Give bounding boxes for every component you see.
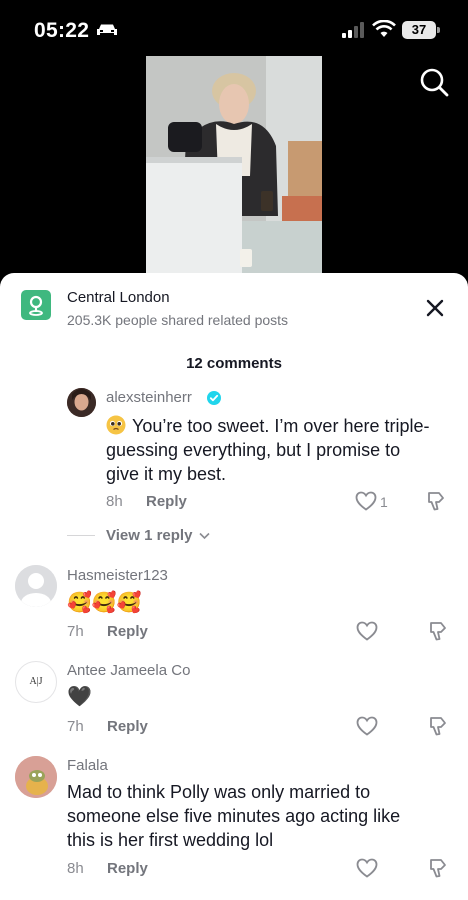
avatar[interactable] <box>15 756 57 798</box>
reply-button[interactable]: Reply <box>146 493 187 510</box>
video-preview[interactable] <box>146 56 322 274</box>
divider <box>67 535 95 536</box>
dislike-icon[interactable] <box>426 490 448 512</box>
car-icon <box>97 24 117 35</box>
reply-button[interactable]: Reply <box>107 718 148 735</box>
comment-text: Mad to think Polly was only married to s… <box>67 782 401 850</box>
reply-button[interactable]: Reply <box>107 623 148 640</box>
signal-icon <box>342 22 364 38</box>
dislike-icon[interactable] <box>428 620 450 642</box>
heart-icon[interactable] <box>356 716 378 736</box>
video-frame <box>146 56 322 274</box>
location-subtitle: 205.3K people shared related posts <box>67 312 289 328</box>
status-time: 05:22 <box>34 19 90 42</box>
heart-icon[interactable] <box>356 858 378 878</box>
comment-username[interactable]: Falala <box>67 757 108 774</box>
battery-icon: 37 <box>402 21 440 39</box>
comment-time: 8h <box>106 493 123 510</box>
status-bar: 05:22 37 <box>0 0 468 56</box>
comment-username[interactable]: Hasmeister123 <box>67 567 168 584</box>
comments-count: 12 comments <box>186 355 282 372</box>
pleading-face-icon <box>106 415 126 435</box>
search-icon[interactable] <box>418 66 450 98</box>
location-title[interactable]: Central London <box>67 289 170 306</box>
dislike-icon[interactable] <box>428 715 450 737</box>
avatar[interactable]: A|J <box>15 661 57 703</box>
view-replies-button[interactable]: View 1 reply <box>106 527 210 544</box>
avatar[interactable] <box>67 388 96 417</box>
chevron-down-icon <box>199 532 210 540</box>
verified-icon <box>207 391 221 405</box>
like-count: 1 <box>380 494 388 510</box>
heart-icon[interactable] <box>355 491 377 511</box>
comment-text: 🖤 <box>67 686 92 708</box>
comment-text: You’re too sweet. I’m over here triple- … <box>106 415 430 484</box>
comment-time: 7h <box>67 623 84 640</box>
comment-text: 🥰🥰🥰 <box>67 592 142 614</box>
comment-time: 7h <box>67 718 84 735</box>
dislike-icon[interactable] <box>428 857 450 879</box>
close-icon[interactable] <box>424 297 446 319</box>
heart-icon[interactable] <box>356 621 378 641</box>
wifi-icon <box>372 20 396 37</box>
location-pin-icon[interactable] <box>21 290 51 320</box>
comment-username[interactable]: Antee Jameela Co <box>67 662 190 679</box>
reply-button[interactable]: Reply <box>107 860 148 877</box>
comment-username[interactable]: alexsteinherr <box>106 389 192 406</box>
avatar[interactable] <box>15 565 57 607</box>
comments-sheet: Central London 205.3K people shared rela… <box>0 273 468 900</box>
comment-time: 8h <box>67 860 84 877</box>
